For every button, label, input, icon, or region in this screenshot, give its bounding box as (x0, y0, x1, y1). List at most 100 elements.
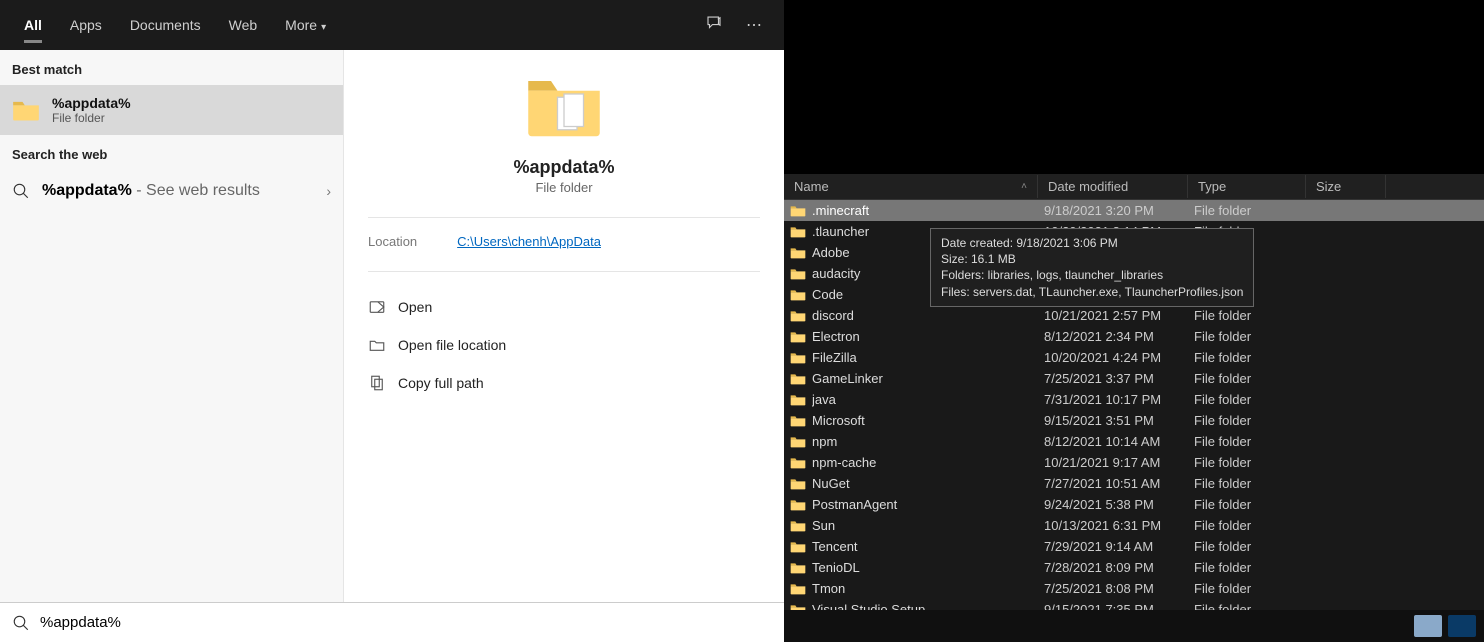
table-row[interactable]: Visual Studio Setup9/15/2021 7:35 PMFile… (784, 599, 1484, 610)
taskbar-app-1[interactable] (1414, 615, 1442, 637)
file-type: File folder (1194, 539, 1312, 554)
table-row[interactable]: FileZilla10/20/2021 4:24 PMFile folder (784, 347, 1484, 368)
tab-apps[interactable]: Apps (56, 3, 116, 47)
file-explorer: Name ˄ Date modified Type Size Date creat… (784, 0, 1484, 610)
file-date: 9/18/2021 3:20 PM (1044, 203, 1194, 218)
action-open-location-label: Open file location (398, 337, 506, 353)
file-name: Visual Studio Setup (812, 602, 1044, 610)
sort-asc-icon: ˄ (1021, 181, 1027, 192)
file-date: 8/12/2021 2:34 PM (1044, 329, 1194, 344)
folder-icon (790, 393, 806, 407)
table-row[interactable]: NuGet7/27/2021 10:51 AMFile folder (784, 473, 1484, 494)
action-copy-path[interactable]: Copy full path (356, 364, 772, 402)
search-tabbar: All Apps Documents Web More ▾ ⋯ (0, 0, 784, 50)
search-box[interactable] (0, 602, 784, 642)
file-date: 10/20/2021 4:24 PM (1044, 350, 1194, 365)
column-type[interactable]: Type (1188, 175, 1306, 198)
folder-icon (344, 68, 784, 153)
table-row[interactable]: java7/31/2021 10:17 PMFile folder (784, 389, 1484, 410)
file-name: discord (812, 308, 1044, 323)
file-date: 7/29/2021 9:14 AM (1044, 539, 1194, 554)
table-row[interactable]: discord10/21/2021 2:57 PMFile folder (784, 305, 1484, 326)
search-icon (12, 182, 30, 200)
search-flyout: All Apps Documents Web More ▾ ⋯ Best matc… (0, 0, 784, 642)
table-row[interactable]: Electron8/12/2021 2:34 PMFile folder (784, 326, 1484, 347)
table-row[interactable]: TenioDL7/28/2021 8:09 PMFile folder (784, 557, 1484, 578)
file-date: 10/13/2021 6:31 PM (1044, 518, 1194, 533)
results-column: Best match %appdata% File folder Search … (0, 50, 344, 602)
table-row[interactable]: Tencent7/29/2021 9:14 AMFile folder (784, 536, 1484, 557)
file-name: Tencent (812, 539, 1044, 554)
file-date: 7/31/2021 10:17 PM (1044, 392, 1194, 407)
file-name: TenioDL (812, 560, 1044, 575)
file-date: 9/24/2021 5:38 PM (1044, 497, 1194, 512)
search-input[interactable] (40, 614, 772, 631)
tooltip-date-created: Date created: 9/18/2021 3:06 PM (941, 235, 1243, 251)
table-row[interactable]: Microsoft9/15/2021 3:51 PMFile folder (784, 410, 1484, 431)
explorer-columns: Name ˄ Date modified Type Size (784, 174, 1484, 200)
folder-icon (790, 351, 806, 365)
folder-icon (790, 246, 806, 260)
web-result[interactable]: %appdata% - See web results › (0, 170, 343, 212)
file-name: Sun (812, 518, 1044, 533)
chevron-down-icon: ▾ (321, 22, 326, 33)
folder-icon (790, 498, 806, 512)
file-name: NuGet (812, 476, 1044, 491)
file-type: File folder (1194, 476, 1312, 491)
feedback-icon[interactable] (694, 14, 734, 37)
copy-icon (368, 374, 386, 392)
column-name[interactable]: Name ˄ (784, 175, 1038, 198)
file-date: 7/27/2021 10:51 AM (1044, 476, 1194, 491)
column-name-label: Name (794, 179, 829, 194)
table-row[interactable]: .minecraft9/18/2021 3:20 PMFile folder (784, 200, 1484, 221)
detail-title: %appdata% (344, 157, 784, 178)
table-row[interactable]: npm-cache10/21/2021 9:17 AMFile folder (784, 452, 1484, 473)
file-type: File folder (1194, 329, 1312, 344)
explorer-ribbon-area (784, 0, 1484, 174)
table-row[interactable]: Sun10/13/2021 6:31 PMFile folder (784, 515, 1484, 536)
web-result-term: %appdata% (42, 182, 132, 199)
tab-more[interactable]: More ▾ (271, 3, 340, 47)
file-type: File folder (1194, 308, 1312, 323)
action-open-location[interactable]: Open file location (356, 326, 772, 364)
best-match-result[interactable]: %appdata% File folder (0, 85, 343, 135)
folder-icon (790, 561, 806, 575)
action-open[interactable]: Open (356, 288, 772, 326)
folder-icon (790, 603, 806, 611)
tab-all[interactable]: All (10, 3, 56, 47)
file-type: File folder (1194, 518, 1312, 533)
web-result-text: %appdata% - See web results (42, 182, 260, 200)
folder-icon (790, 477, 806, 491)
file-name: .minecraft (812, 203, 1044, 218)
chevron-right-icon: › (326, 183, 331, 199)
file-type: File folder (1194, 560, 1312, 575)
file-date: 8/12/2021 10:14 AM (1044, 434, 1194, 449)
best-match-subtitle: File folder (52, 111, 131, 125)
file-name: Tmon (812, 581, 1044, 596)
taskbar-app-2[interactable] (1448, 615, 1476, 637)
file-date: 7/25/2021 3:37 PM (1044, 371, 1194, 386)
explorer-body: Date created: 9/18/2021 3:06 PM Size: 16… (784, 200, 1484, 610)
more-icon[interactable]: ⋯ (734, 15, 774, 35)
file-name: Microsoft (812, 413, 1044, 428)
column-date[interactable]: Date modified (1038, 175, 1188, 198)
table-row[interactable]: npm8/12/2021 10:14 AMFile folder (784, 431, 1484, 452)
folder-icon (790, 309, 806, 323)
folder-icon (790, 288, 806, 302)
tooltip-files: Files: servers.dat, TLauncher.exe, Tlaun… (941, 284, 1243, 300)
table-row[interactable]: GameLinker7/25/2021 3:37 PMFile folder (784, 368, 1484, 389)
folder-icon (790, 582, 806, 596)
folder-icon (790, 540, 806, 554)
file-date: 7/28/2021 8:09 PM (1044, 560, 1194, 575)
table-row[interactable]: PostmanAgent9/24/2021 5:38 PMFile folder (784, 494, 1484, 515)
tab-documents[interactable]: Documents (116, 3, 215, 47)
column-size[interactable]: Size (1306, 175, 1386, 198)
file-type: File folder (1194, 581, 1312, 596)
location-label: Location (368, 234, 417, 249)
file-name: npm (812, 434, 1044, 449)
location-link[interactable]: C:\Users\chenh\AppData (457, 234, 601, 249)
table-row[interactable]: Tmon7/25/2021 8:08 PMFile folder (784, 578, 1484, 599)
tab-web[interactable]: Web (215, 3, 272, 47)
tab-more-label: More (285, 17, 317, 33)
folder-icon (790, 372, 806, 386)
